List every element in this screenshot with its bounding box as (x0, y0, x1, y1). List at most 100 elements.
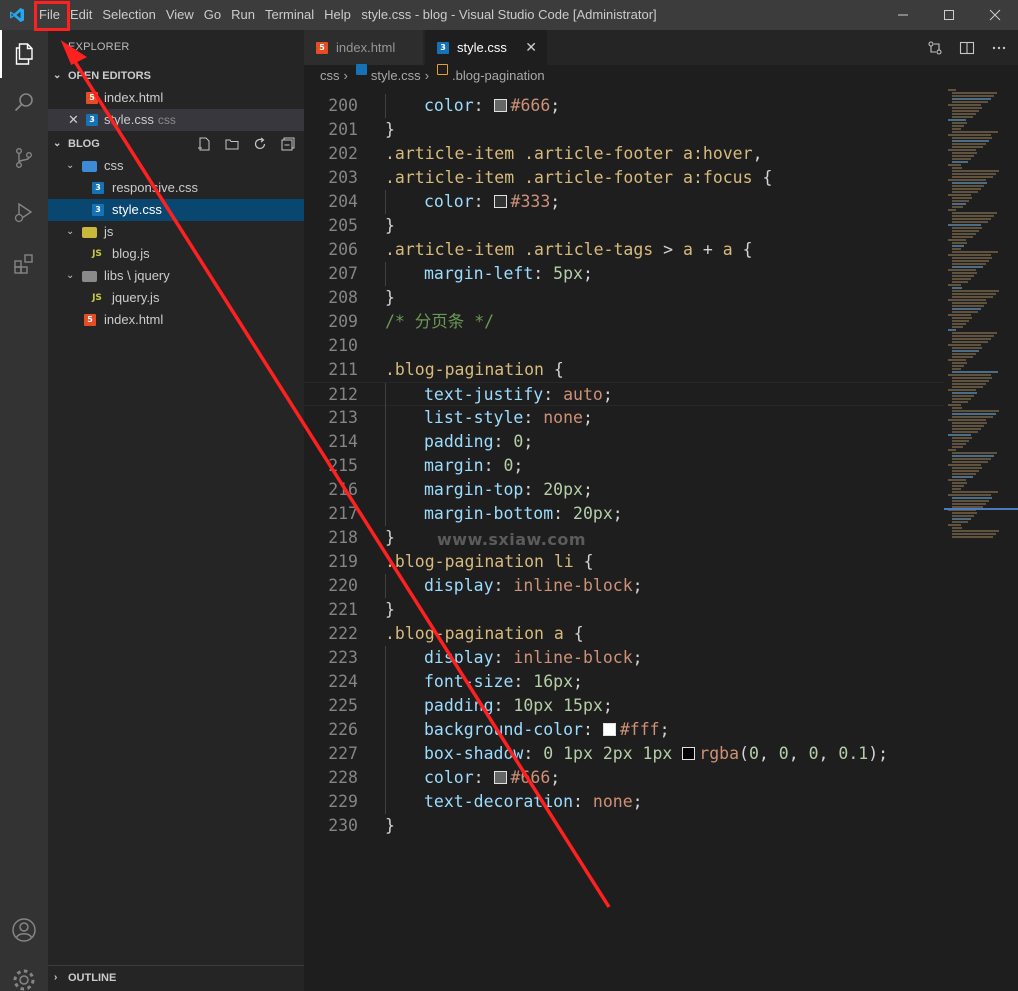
breadcrumb-symbol[interactable]: .blog-pagination (452, 68, 545, 83)
code-token: : (582, 720, 603, 739)
line-number: 228 (328, 768, 358, 787)
chevron-right-icon: › (424, 68, 430, 83)
outline-section[interactable]: › OUTLINE (48, 965, 304, 991)
source-control-icon[interactable] (0, 134, 48, 182)
line-number: 211 (328, 360, 358, 379)
code-line: 214 padding: 0; (304, 430, 944, 454)
open-editor-item[interactable]: 5 index.html (48, 87, 304, 109)
open-editor-item[interactable]: ✕ 3 style.css css (48, 109, 304, 131)
minimap-line (952, 536, 993, 538)
code-token: ; (550, 192, 561, 211)
line-number: 214 (328, 432, 358, 451)
indent-guide (385, 430, 386, 454)
color-swatch[interactable] (602, 723, 616, 736)
code-token: .blog-pagination (385, 360, 544, 379)
color-swatch[interactable] (493, 771, 507, 784)
extensions-icon[interactable] (0, 240, 48, 288)
code-token: margin-left (424, 264, 534, 283)
folder-icon (82, 271, 97, 282)
code-token: .blog-pagination li (385, 552, 574, 571)
menu-help[interactable]: Help (319, 0, 356, 30)
split-editor-icon[interactable] (958, 39, 976, 57)
run-debug-icon[interactable] (0, 188, 48, 236)
line-number: 223 (328, 648, 358, 667)
code-line: 228 color: #666; (304, 766, 944, 790)
tree-file[interactable]: 3 responsive.css (48, 177, 304, 199)
menu-go[interactable]: Go (199, 0, 226, 30)
minimap-line (948, 524, 961, 526)
menu-view[interactable]: View (161, 0, 199, 30)
menu-terminal[interactable]: Terminal (260, 0, 319, 30)
minimap-line (952, 473, 976, 475)
more-actions-icon[interactable] (990, 39, 1008, 57)
minimap-line (952, 491, 998, 493)
settings-gear-icon[interactable] (0, 956, 48, 991)
collapse-all-icon[interactable] (280, 133, 296, 155)
color-swatch[interactable] (493, 99, 507, 112)
color-swatch[interactable] (493, 195, 507, 208)
code-token: color (424, 96, 474, 115)
color-swatch[interactable] (682, 747, 696, 760)
tab-index-html[interactable]: 5 index.html (304, 30, 424, 65)
explorer-icon[interactable] (0, 30, 48, 78)
code-token: ; (582, 264, 593, 283)
tree-file[interactable]: JS jquery.js (48, 287, 304, 309)
code-text: margin: 0; (424, 454, 523, 478)
code-token: .blog-pagination a (385, 624, 564, 643)
minimap-line (952, 257, 992, 259)
close-tab-icon[interactable]: ✕ (525, 30, 537, 65)
code-token: } (385, 816, 395, 835)
tree-file[interactable]: 5 index.html (48, 309, 304, 331)
tree-folder-css[interactable]: ⌄ css (48, 155, 304, 177)
close-editor-icon[interactable]: ✕ (68, 109, 79, 131)
code-token: 16px (533, 672, 574, 691)
minimap-line (952, 278, 971, 280)
code-token: ; (550, 96, 561, 115)
explorer-sidebar: EXPLORER ⌄ OPEN EDITORS 5 index.html ✕ 3… (48, 30, 304, 991)
breadcrumb-file[interactable]: style.css (371, 68, 421, 83)
code-line: 216 margin-top: 20px; (304, 478, 944, 502)
tree-folder-js[interactable]: ⌄ js (48, 221, 304, 243)
menu-run[interactable]: Run (226, 0, 260, 30)
minimap-line (952, 305, 984, 307)
breadcrumb-folder[interactable]: css (320, 68, 340, 83)
search-icon[interactable] (0, 78, 48, 126)
tab-label: index.html (336, 40, 396, 55)
minimap-line (952, 476, 973, 478)
minimap-line (952, 176, 993, 178)
code-line: 208} (304, 286, 944, 310)
close-window-button[interactable] (972, 0, 1018, 30)
code-token: none (543, 408, 583, 427)
code-token: + (692, 240, 723, 259)
menu-selection[interactable]: Selection (97, 0, 160, 30)
tree-file[interactable]: JS blog.js (48, 243, 304, 265)
minimap-line (948, 404, 961, 406)
minimap-line (952, 437, 972, 439)
code-editor[interactable]: 200 color: #666; 201} 202 .article-item .art… (304, 87, 944, 991)
tab-style-css[interactable]: 3 style.css ✕ (425, 30, 547, 65)
new-folder-icon[interactable] (224, 133, 240, 155)
account-icon[interactable] (0, 906, 48, 954)
maximize-button[interactable] (926, 0, 972, 30)
new-file-icon[interactable] (196, 133, 212, 155)
code-token: : (513, 672, 534, 691)
minimap-line (952, 347, 982, 349)
line-number: 215 (328, 456, 358, 475)
tree-folder-libs[interactable]: ⌄ libs \ jquery (48, 265, 304, 287)
outline-title: OUTLINE (68, 972, 117, 984)
compare-changes-icon[interactable] (926, 39, 944, 57)
refresh-icon[interactable] (252, 133, 268, 155)
window-controls (880, 0, 1018, 30)
line-number: 209 (328, 312, 358, 331)
folder-section-blog[interactable]: ⌄ BLOG (48, 133, 304, 155)
minimap-line (952, 197, 972, 199)
open-editors-section[interactable]: ⌄ OPEN EDITORS (48, 65, 304, 87)
code-line: 203 .article-item .article-footer a:focus… (304, 166, 944, 190)
code-token: margin-bottom (424, 504, 554, 523)
code-line: 223 display: inline-block; (304, 646, 944, 670)
minimap-line (952, 128, 961, 130)
tree-file-selected[interactable]: 3 style.css (48, 199, 304, 221)
minimap[interactable] (944, 87, 1018, 991)
code-text: .blog-pagination a { (385, 622, 584, 646)
minimize-button[interactable] (880, 0, 926, 30)
